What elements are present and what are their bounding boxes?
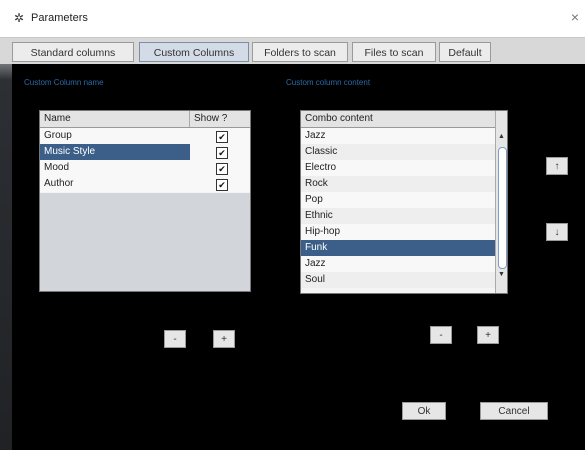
custom-columns-table: Name Show ? Group ✔ Music Style ✔ Mood ✔… [39,110,251,292]
add-column-button[interactable]: + [213,330,235,348]
row-name: Mood [44,162,70,173]
custom-column-content-label: Custom column content [286,78,371,87]
window-title: Parameters [31,12,88,24]
list-item[interactable]: Pop [301,192,495,208]
add-content-button[interactable]: + [477,326,499,344]
cancel-button[interactable]: Cancel [480,402,548,420]
list-item[interactable]: Jazz [301,128,495,144]
list-item[interactable]: Jazz [301,256,495,272]
show-checkbox[interactable]: ✔ [216,163,228,175]
list-item-label: Ethnic [305,210,333,221]
move-down-button[interactable]: ↓ [546,223,568,241]
table-header: Combo content [301,111,495,128]
list-item-label: Hip-hop [305,226,341,237]
row-name: Group [44,130,72,141]
scroll-thumb[interactable] [498,147,507,269]
custom-column-name-label: Custom Column name [24,78,104,87]
ok-button[interactable]: Ok [402,402,446,420]
table-row[interactable]: Music Style [40,144,190,160]
list-item-label: Jazz [305,130,326,141]
tab-custom-columns[interactable]: Custom Columns [139,42,249,62]
list-item[interactable]: Hip-hop [301,224,495,240]
list-item[interactable]: Soul [301,272,495,288]
table-empty-area [40,193,250,291]
list-item[interactable]: Funk [301,240,495,256]
column-header-show[interactable]: Show ? [190,111,250,127]
tab-standard-columns[interactable]: Standard columns [12,42,134,62]
row-name: Music Style [44,146,96,157]
remove-column-button[interactable]: - [164,330,186,348]
scroll-up-icon[interactable]: ▲ [497,133,506,141]
list-item-label: Electro [305,162,337,173]
table-header: Name Show ? [40,111,250,128]
tab-bar: Standard columns Custom Columns Folders … [0,38,585,64]
list-item-label: Rock [305,178,328,189]
tab-files-to-scan[interactable]: Files to scan [352,42,436,62]
row-name: Author [44,178,74,189]
show-checkbox[interactable]: ✔ [216,147,228,159]
list-item[interactable]: Classic [301,144,495,160]
table-row[interactable]: Mood ✔ [40,160,250,176]
remove-content-button[interactable]: - [430,326,452,344]
tab-default[interactable]: Default [439,42,491,62]
list-item-label: Soul [305,274,326,285]
close-icon[interactable]: × [571,9,579,25]
list-item-label: Classic [305,146,338,157]
column-header-combo-content[interactable]: Combo content [301,111,495,127]
vertical-scrollbar[interactable]: ▲ ▼ [495,111,507,293]
column-header-name[interactable]: Name [40,111,190,127]
list-item[interactable]: Ethnic [301,208,495,224]
table-row[interactable]: Author ✔ [40,176,250,192]
show-checkbox[interactable]: ✔ [216,179,228,191]
title-bar: ✲ Parameters × [0,0,585,38]
scroll-down-icon[interactable]: ▼ [497,271,506,279]
list-item[interactable]: Rock [301,176,495,192]
list-item-label: Funk [305,242,328,253]
tab-folders-to-scan[interactable]: Folders to scan [252,42,348,62]
combo-content-table: Combo content Jazz Classic Electro Rock Pop E… [300,110,508,294]
list-item-label: Pop [305,194,323,205]
tab-content-panel: Custom Column name Name Show ? Group ✔ M… [12,64,585,450]
table-row-check-cell: ✔ [190,144,250,160]
show-checkbox[interactable]: ✔ [216,131,228,143]
list-item-label: Jazz [305,258,326,269]
parameters-dialog: ✲ Parameters × Standard columns Custom C… [0,0,585,450]
gear-icon: ✲ [14,11,25,25]
list-item[interactable]: Electro [301,160,495,176]
move-up-button[interactable]: ↑ [546,157,568,175]
table-row[interactable]: Group ✔ [40,128,250,144]
